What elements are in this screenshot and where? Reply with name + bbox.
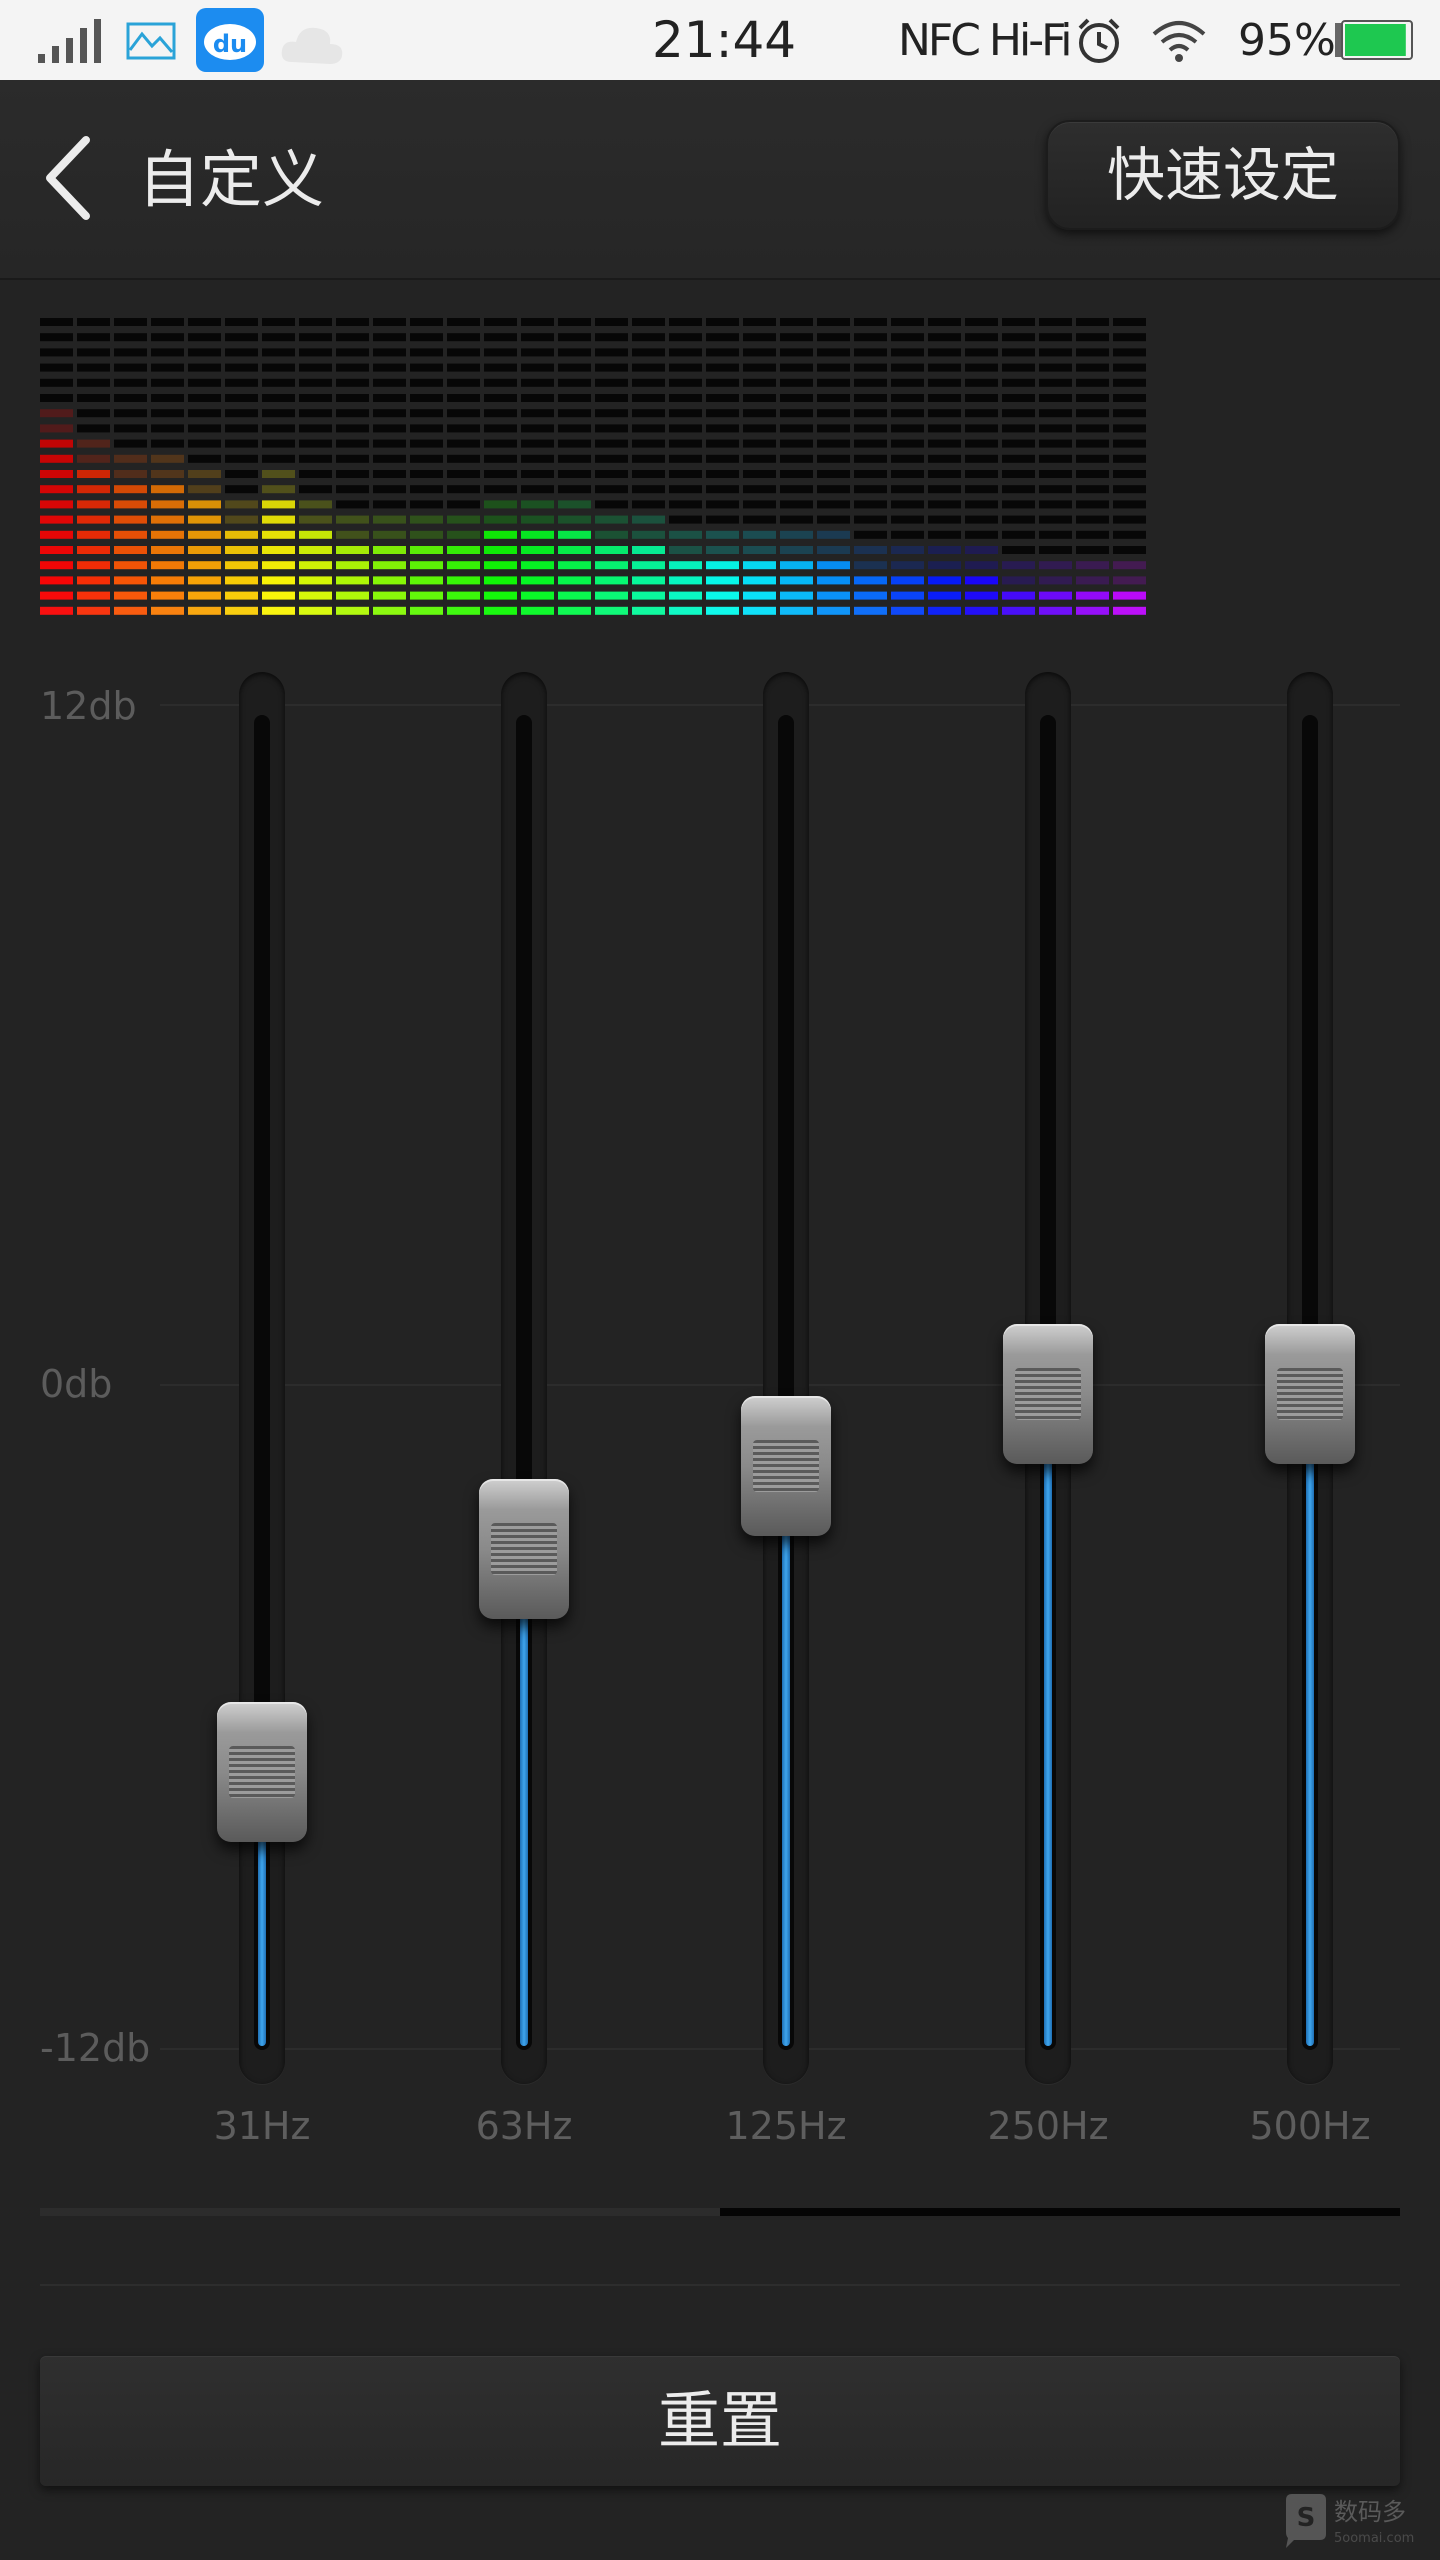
slider-thumb[interactable] xyxy=(217,1701,307,1842)
spectrum-column xyxy=(1039,318,1072,615)
page-indicator xyxy=(40,2208,1400,2216)
spectrum-column xyxy=(706,318,739,615)
svg-text:S: S xyxy=(1297,2503,1316,2533)
db-label-zero: 0db xyxy=(40,1362,113,1406)
slider-thumb[interactable] xyxy=(479,1479,569,1620)
spectrum-column xyxy=(114,318,147,615)
spectrum-column xyxy=(965,318,998,615)
reset-button[interactable]: 重置 xyxy=(40,2356,1400,2486)
slider-fill xyxy=(520,1549,528,2046)
spectrum-column xyxy=(225,318,258,615)
eq-band-slider[interactable] xyxy=(479,660,569,2085)
freq-label: 250Hz xyxy=(987,2104,1109,2148)
status-bar: du 21:44 NFC Hi-Fi 95% xyxy=(0,0,1440,80)
spectrum-column xyxy=(262,318,295,615)
spectrum-column xyxy=(410,318,443,615)
watermark-subtext: 5oomai.com xyxy=(1334,2531,1414,2546)
slider-fill xyxy=(782,1465,790,2046)
spectrum-column xyxy=(817,318,850,615)
watermark-text: 数码多 xyxy=(1334,2498,1406,2526)
wifi-icon xyxy=(1152,21,1206,62)
grip-lines-icon xyxy=(1015,1367,1081,1420)
db-label-min: -12db xyxy=(40,2026,151,2070)
spectrum-column xyxy=(928,318,961,615)
spectrum-column xyxy=(891,318,924,615)
gallery-icon xyxy=(126,22,176,60)
spectrum-column xyxy=(40,318,73,615)
eq-band-slider[interactable] xyxy=(741,660,831,2085)
baidu-du-icon: du xyxy=(196,8,264,72)
slider-fill xyxy=(1306,1393,1314,2046)
spectrum-column xyxy=(373,318,406,615)
spectrum-column xyxy=(854,318,887,615)
freq-label: 63Hz xyxy=(475,2104,573,2148)
spectrum-column xyxy=(669,318,702,615)
grip-lines-icon xyxy=(1277,1367,1343,1420)
battery-percent: 95% xyxy=(1238,15,1336,66)
watermark-logo: S 数码多 5oomai.com xyxy=(1286,2494,1414,2548)
spectrum-column xyxy=(336,318,369,615)
db-label-max: 12db xyxy=(40,684,137,728)
page-indicator-active xyxy=(720,2208,1400,2216)
signal-icon xyxy=(38,19,101,63)
alarm-icon xyxy=(1078,18,1120,63)
grip-lines-icon xyxy=(229,1745,295,1798)
spectrum-column xyxy=(1002,318,1035,615)
cloud-icon xyxy=(281,27,343,64)
spectrum-column xyxy=(1113,318,1146,615)
freq-label: 31Hz xyxy=(213,2104,311,2148)
title-bar: 自定义 快速设定 xyxy=(0,80,1440,280)
spectrum-column xyxy=(1076,318,1109,615)
spectrum-column xyxy=(447,318,480,615)
spectrum-column xyxy=(521,318,554,615)
slider-thumb[interactable] xyxy=(1003,1323,1093,1464)
chevron-left-icon xyxy=(46,136,90,220)
spectrum-column xyxy=(780,318,813,615)
page-title: 自定义 xyxy=(138,143,325,216)
spectrum-column xyxy=(299,318,332,615)
nfc-hifi-indicator: NFC Hi-Fi xyxy=(898,15,1072,66)
freq-label: 125Hz xyxy=(725,2104,847,2148)
freq-label: 500Hz xyxy=(1249,2104,1371,2148)
eq-band-slider[interactable] xyxy=(217,660,307,2085)
spectrum-column xyxy=(632,318,665,615)
spectrum-column xyxy=(595,318,628,615)
spectrum-column xyxy=(484,318,517,615)
grip-lines-icon xyxy=(491,1523,557,1576)
svg-text:du: du xyxy=(213,30,247,58)
eq-band-slider[interactable] xyxy=(1003,660,1093,2085)
spectrum-column xyxy=(558,318,591,615)
slider-thumb[interactable] xyxy=(741,1395,831,1536)
slider-fill xyxy=(1044,1393,1052,2046)
quick-set-button[interactable]: 快速设定 xyxy=(1046,120,1400,230)
back-button[interactable] xyxy=(30,128,120,228)
spectrum-visualizer xyxy=(40,318,1146,615)
equalizer: 12db 0db -12db 31Hz 63Hz 125Hz 250Hz 500Hz xyxy=(0,660,1440,2148)
eq-band-slider[interactable] xyxy=(1265,660,1355,2085)
spectrum-column xyxy=(77,318,110,615)
spectrum-column xyxy=(188,318,221,615)
spectrum-column xyxy=(743,318,776,615)
divider xyxy=(40,2284,1400,2286)
slider-thumb[interactable] xyxy=(1265,1323,1355,1464)
spectrum-column xyxy=(151,318,184,615)
battery-icon xyxy=(1335,20,1413,60)
status-time: 21:44 xyxy=(652,11,797,69)
grip-lines-icon xyxy=(753,1439,819,1492)
